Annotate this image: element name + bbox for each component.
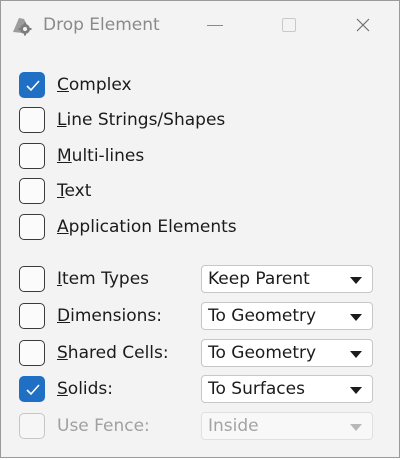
use-fence-value: Inside <box>208 416 259 436</box>
solids-checkbox[interactable] <box>19 376 45 402</box>
window-title: Drop Element <box>43 15 160 35</box>
multi-lines-label: Multi-lines <box>57 146 145 166</box>
title-bar[interactable]: Drop Element <box>1 1 399 49</box>
item-types-label: Item Types <box>57 269 150 289</box>
minimize-button[interactable] <box>187 1 243 49</box>
line-strings-shapes-checkbox[interactable] <box>19 107 45 133</box>
item-types-checkbox[interactable] <box>19 266 45 292</box>
item-types-select[interactable]: Keep Parent <box>201 265 373 293</box>
text-checkbox[interactable] <box>19 178 45 204</box>
solids-select[interactable]: To Surfaces <box>201 375 373 403</box>
line-strings-shapes-label: Line Strings/Shapes <box>57 110 226 130</box>
close-button[interactable] <box>335 1 391 49</box>
maximize-button[interactable] <box>261 1 317 49</box>
text-label: Text <box>57 181 92 201</box>
maximize-icon <box>282 18 296 32</box>
use-fence-checkbox <box>19 413 45 439</box>
chevron-down-icon <box>350 314 362 321</box>
solids-label: Solids: <box>57 379 114 399</box>
chevron-down-icon <box>350 351 362 358</box>
solids-value: To Surfaces <box>208 379 305 399</box>
complex-label: Complex <box>57 75 132 95</box>
minimize-icon <box>207 25 223 26</box>
dimensions-checkbox[interactable] <box>19 303 45 329</box>
shared-cells-checkbox[interactable] <box>19 340 45 366</box>
dimensions-label: Dimensions: <box>57 306 162 326</box>
chevron-down-icon <box>350 277 362 284</box>
checkmark-icon <box>26 80 40 92</box>
use-fence-select: Inside <box>201 412 373 440</box>
chevron-down-icon <box>350 424 362 431</box>
close-icon <box>356 18 370 32</box>
drop-element-app-icon <box>13 18 32 36</box>
drop-element-dialog: Drop Element Complex Line Strings/Shapes… <box>0 0 400 458</box>
multi-lines-checkbox[interactable] <box>19 143 45 169</box>
checkmark-icon <box>26 384 40 396</box>
dimensions-select[interactable]: To Geometry <box>201 302 373 330</box>
item-types-value: Keep Parent <box>208 269 310 289</box>
dimensions-value: To Geometry <box>208 306 317 326</box>
application-elements-label: Application Elements <box>57 217 237 237</box>
application-elements-checkbox[interactable] <box>19 214 45 240</box>
shared-cells-label: Shared Cells: <box>57 343 169 363</box>
use-fence-label: Use Fence: <box>57 416 150 436</box>
chevron-down-icon <box>350 387 362 394</box>
shared-cells-value: To Geometry <box>208 343 317 363</box>
shared-cells-select[interactable]: To Geometry <box>201 339 373 367</box>
complex-checkbox[interactable] <box>19 72 45 98</box>
